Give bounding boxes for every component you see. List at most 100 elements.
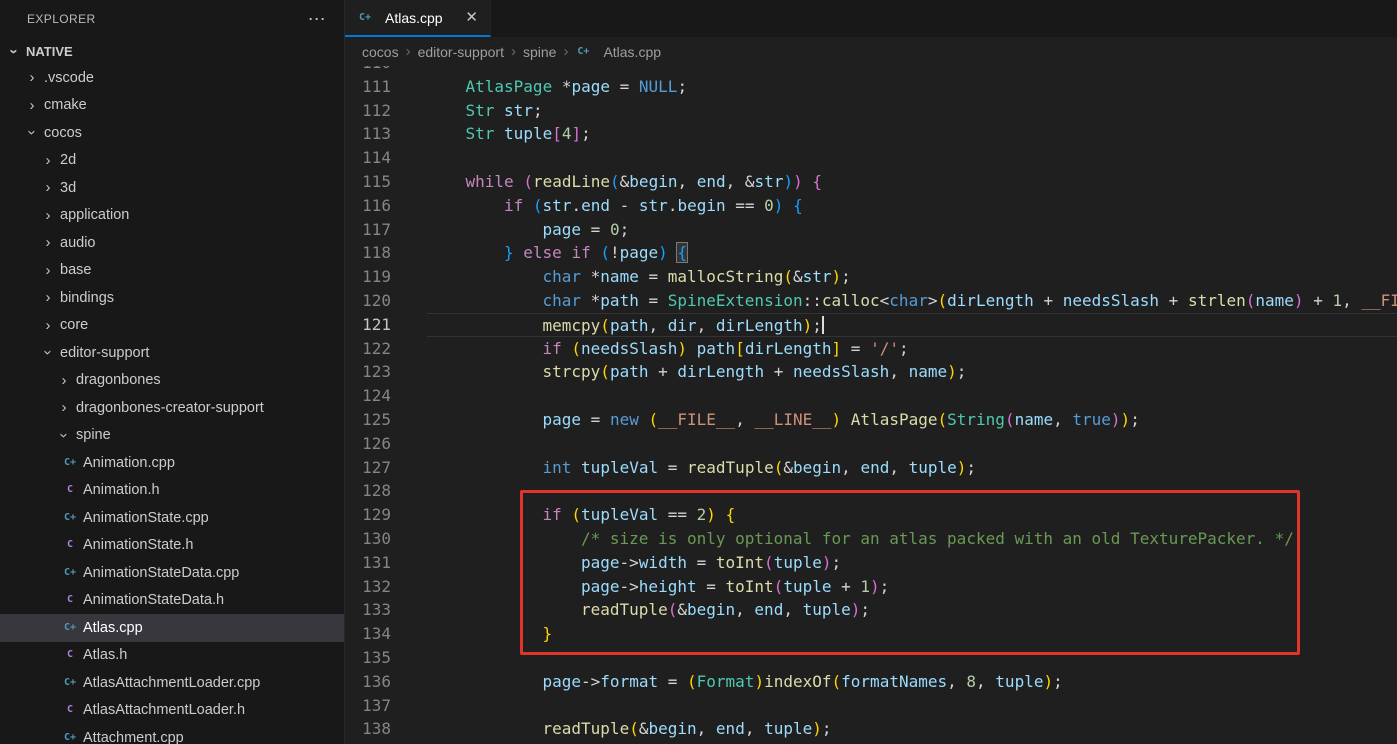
code-line-content[interactable]: page->height = toInt(tuple + 1); xyxy=(427,575,1397,599)
sidebar-file-Animation.h[interactable]: C Animation.h xyxy=(0,477,344,505)
line-number[interactable]: 125 xyxy=(345,408,391,432)
code-line-content[interactable]: char *name = mallocString(&str); xyxy=(427,265,1397,289)
chevron-right-icon[interactable]: › xyxy=(24,98,40,113)
line-number[interactable]: 124 xyxy=(345,384,391,408)
code-line-content[interactable]: while (readLine(&begin, end, &str)) { xyxy=(427,170,1397,194)
line-number[interactable]: 112 xyxy=(345,99,391,123)
code-line-content[interactable] xyxy=(427,479,1397,503)
code-line-content[interactable]: memcpy(path, dir, dirLength); xyxy=(427,312,1397,337)
line-number[interactable]: 132 xyxy=(345,575,391,599)
code-line-content[interactable]: page = new (__FILE__, __LINE__) AtlasPag… xyxy=(427,408,1397,432)
line-number[interactable]: 123 xyxy=(345,360,391,384)
line-number[interactable]: 119 xyxy=(345,265,391,289)
sidebar-folder-3d[interactable]: › 3d xyxy=(0,174,344,202)
chevron-right-icon[interactable]: › xyxy=(24,70,40,85)
chevron-right-icon[interactable]: › xyxy=(56,400,72,415)
sidebar-file-AnimationState.cpp[interactable]: C+ AnimationState.cpp xyxy=(0,504,344,532)
sidebar-file-AnimationStateData.h[interactable]: C AnimationStateData.h xyxy=(0,587,344,615)
chevron-down-icon[interactable]: › xyxy=(56,427,73,443)
line-number[interactable]: 136 xyxy=(345,670,391,694)
code-line-content[interactable]: page->format = (Format)indexOf(formatNam… xyxy=(427,670,1397,694)
line-number[interactable]: 122 xyxy=(345,337,391,361)
code-line-content[interactable] xyxy=(427,432,1397,456)
line-number[interactable]: 115 xyxy=(345,170,391,194)
code-line-content[interactable] xyxy=(427,694,1397,718)
sidebar-file-AnimationState.h[interactable]: C AnimationState.h xyxy=(0,532,344,560)
sidebar-folder-core[interactable]: › core xyxy=(0,312,344,340)
code-line-content[interactable]: page = 0; xyxy=(427,218,1397,242)
line-number[interactable]: 131 xyxy=(345,551,391,575)
code-line-content[interactable]: if (tupleVal == 2) { xyxy=(427,503,1397,527)
line-number[interactable]: 114 xyxy=(345,146,391,170)
code-line-content[interactable] xyxy=(427,384,1397,408)
sidebar-file-AtlasAttachmentLoader.cpp[interactable]: C+ AtlasAttachmentLoader.cpp xyxy=(0,669,344,697)
code-line-content[interactable]: page->width = toInt(tuple); xyxy=(427,551,1397,575)
tab-atlas-cpp[interactable]: C+ Atlas.cpp ✕ xyxy=(345,0,491,37)
line-number[interactable]: 137 xyxy=(345,694,391,718)
chevron-right-icon[interactable]: › xyxy=(40,235,56,250)
chevron-right-icon[interactable]: › xyxy=(40,180,56,195)
code-line-content[interactable]: Str tuple[4]; xyxy=(427,122,1397,146)
sidebar-file-Atlas.cpp[interactable]: C+ Atlas.cpp xyxy=(0,614,344,642)
sidebar-file-Atlas.h[interactable]: C Atlas.h xyxy=(0,642,344,670)
line-number[interactable]: 120 xyxy=(345,289,391,313)
code-line-content[interactable]: readTuple(&begin, end, tuple); xyxy=(427,717,1397,741)
sidebar-folder-audio[interactable]: › audio xyxy=(0,229,344,257)
sidebar-file-Animation.cpp[interactable]: C+ Animation.cpp xyxy=(0,449,344,477)
sidebar-folder-spine[interactable]: › spine xyxy=(0,422,344,450)
line-number[interactable]: 111 xyxy=(345,75,391,99)
chevron-right-icon[interactable]: › xyxy=(40,263,56,278)
sidebar-folder-.vscode[interactable]: › .vscode xyxy=(0,64,344,92)
chevron-right-icon[interactable]: › xyxy=(56,373,72,388)
breadcrumb-item-cocos[interactable]: cocos xyxy=(362,44,399,60)
code-line-content[interactable]: char *path = SpineExtension::calloc<char… xyxy=(427,289,1397,313)
code-line-content[interactable]: readTuple(&begin, end, tuple); xyxy=(427,598,1397,622)
line-number[interactable]: 110 xyxy=(345,66,391,75)
line-number[interactable]: 116 xyxy=(345,194,391,218)
sidebar-file-AtlasAttachmentLoader.h[interactable]: C AtlasAttachmentLoader.h xyxy=(0,697,344,725)
code-line-content[interactable]: if (needsSlash) path[dirLength] = '/'; xyxy=(427,337,1397,361)
chevron-right-icon[interactable]: › xyxy=(40,208,56,223)
line-number[interactable]: 138 xyxy=(345,717,391,741)
line-number[interactable]: 113 xyxy=(345,122,391,146)
code-line-content[interactable]: int tupleVal = readTuple(&begin, end, tu… xyxy=(427,456,1397,480)
code-line-content[interactable]: } xyxy=(427,622,1397,646)
chevron-down-icon[interactable]: › xyxy=(40,345,57,361)
line-number[interactable]: 134 xyxy=(345,622,391,646)
sidebar-folder-editor-support[interactable]: › editor-support xyxy=(0,339,344,367)
sidebar-folder-cocos[interactable]: › cocos xyxy=(0,119,344,147)
chevron-right-icon[interactable]: › xyxy=(40,318,56,333)
code-line-content[interactable]: if (str.end - str.begin == 0) { xyxy=(427,194,1397,218)
line-number[interactable]: 121 xyxy=(345,313,391,337)
breadcrumb-item-file[interactable]: Atlas.cpp xyxy=(603,44,661,60)
chevron-down-icon[interactable]: › xyxy=(24,125,41,141)
close-icon[interactable]: ✕ xyxy=(465,10,478,25)
line-number[interactable]: 130 xyxy=(345,527,391,551)
line-number[interactable]: 129 xyxy=(345,503,391,527)
code-line-content[interactable]: Str str; xyxy=(427,99,1397,123)
line-number[interactable]: 127 xyxy=(345,456,391,480)
sidebar-folder-dragonbones[interactable]: › dragonbones xyxy=(0,367,344,395)
sidebar-folder-dragonbones-creator-support[interactable]: › dragonbones-creator-support xyxy=(0,394,344,422)
breadcrumb-item-editor-support[interactable]: editor-support xyxy=(418,44,504,60)
sidebar-file-AnimationStateData.cpp[interactable]: C+ AnimationStateData.cpp xyxy=(0,559,344,587)
breadcrumb-item-spine[interactable]: spine xyxy=(523,44,556,60)
code-line-content[interactable] xyxy=(427,146,1397,170)
sidebar-folder-2d[interactable]: › 2d xyxy=(0,147,344,175)
sidebar-folder-base[interactable]: › base xyxy=(0,257,344,285)
line-number[interactable]: 126 xyxy=(345,432,391,456)
sidebar-folder-bindings[interactable]: › bindings xyxy=(0,284,344,312)
sidebar-file-Attachment.cpp[interactable]: C+ Attachment.cpp xyxy=(0,724,344,744)
code-line-content[interactable]: AtlasPage *page = NULL; xyxy=(427,75,1397,99)
code-line-content[interactable] xyxy=(427,646,1397,670)
chevron-right-icon[interactable]: › xyxy=(40,153,56,168)
workspace-root[interactable]: › NATIVE xyxy=(0,38,344,64)
code-line-content[interactable] xyxy=(427,66,1397,75)
chevron-right-icon[interactable]: › xyxy=(40,290,56,305)
code-editor[interactable]: 110111 AtlasPage *page = NULL; 112 Str str;… xyxy=(345,66,1397,744)
more-actions-icon[interactable]: ⋯ xyxy=(308,10,326,28)
code-line-content[interactable]: /* size is only optional for an atlas pa… xyxy=(427,527,1397,551)
sidebar-folder-cmake[interactable]: › cmake xyxy=(0,92,344,120)
code-line-content[interactable]: strcpy(path + dirLength + needsSlash, na… xyxy=(427,360,1397,384)
code-line-content[interactable]: } else if (!page) { xyxy=(427,241,1397,265)
